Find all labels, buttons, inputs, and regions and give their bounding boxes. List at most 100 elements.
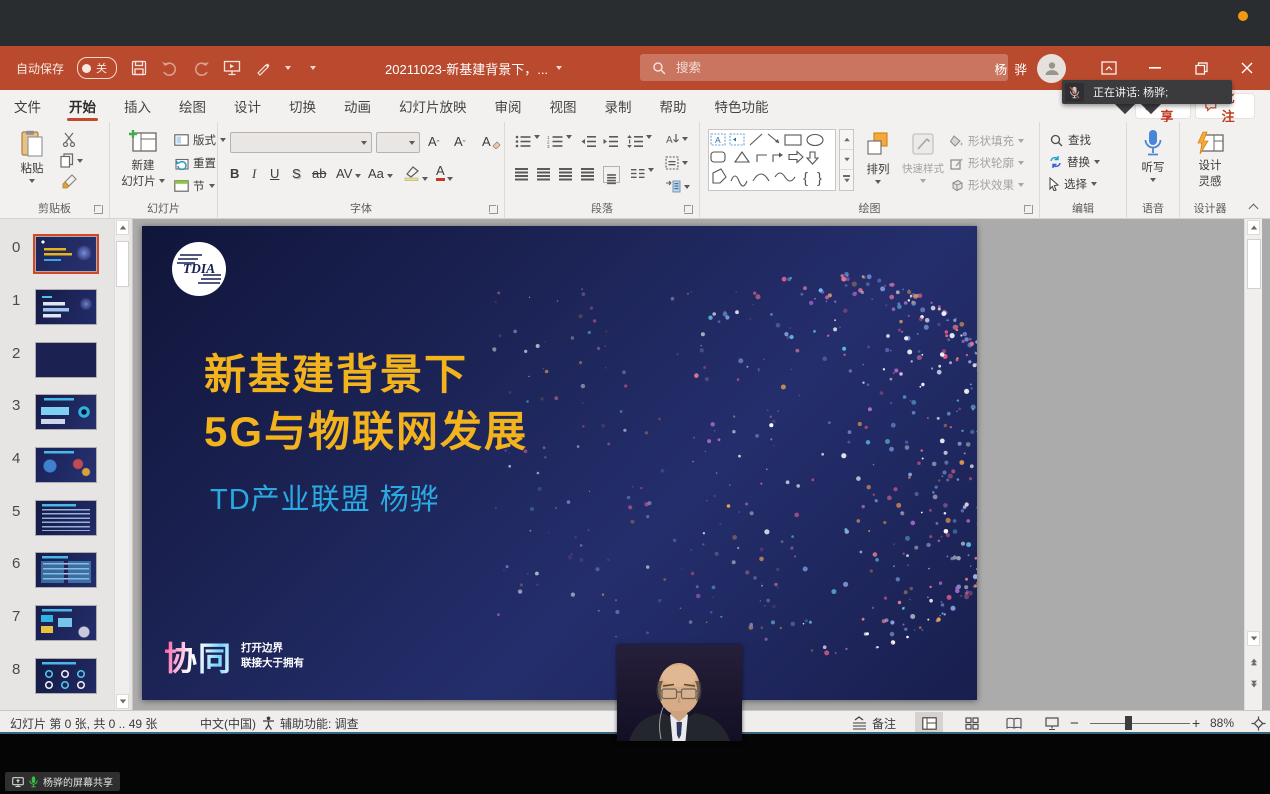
character-spacing-button[interactable]: AV — [336, 166, 361, 181]
slide-thumbnail-0[interactable] — [36, 237, 96, 271]
align-right-button[interactable] — [559, 168, 572, 170]
font-color-button[interactable]: A — [436, 164, 453, 181]
scrollbar-up-button[interactable] — [1247, 220, 1260, 235]
tab-animations[interactable]: 动画 — [330, 90, 385, 122]
section-button[interactable]: 节 — [174, 178, 215, 194]
paste-button[interactable]: 粘贴 — [10, 130, 54, 183]
zoom-out-button[interactable]: − — [1070, 711, 1079, 734]
tab-draw[interactable]: 绘图 — [165, 90, 220, 122]
bold-button[interactable]: B — [230, 166, 239, 181]
redo-button[interactable] — [192, 59, 210, 77]
zoom-slider-track[interactable] — [1090, 723, 1190, 725]
previous-slide-button[interactable] — [1247, 655, 1261, 669]
slide-canvas[interactable]: TDIA 新基建背景下 5G与物联网发展 TD产业联盟 杨骅 协同 打开边界 联… — [142, 226, 977, 700]
tab-slideshow[interactable]: 幻灯片放映 — [385, 90, 481, 122]
align-left-button[interactable] — [515, 168, 528, 170]
font-name-combo[interactable] — [230, 132, 372, 153]
reset-button[interactable]: 重置 — [174, 155, 216, 171]
scrollbar-thumb[interactable] — [1247, 239, 1261, 289]
increase-indent-button[interactable] — [603, 135, 618, 148]
text-shadow-button[interactable]: S — [292, 166, 301, 181]
slide-counter[interactable]: 幻灯片 第 0 张, 共 0 .. 49 张 — [10, 711, 157, 734]
tab-file[interactable]: 文件 — [0, 90, 55, 122]
line-spacing-button[interactable] — [627, 135, 652, 148]
tab-record[interactable]: 录制 — [591, 90, 646, 122]
tab-insert[interactable]: 插入 — [110, 90, 165, 122]
paragraph-dialog-launcher[interactable] — [684, 205, 693, 214]
slide-thumbnail-7[interactable] — [36, 606, 96, 640]
cut-button[interactable] — [62, 132, 77, 147]
font-size-combo[interactable] — [376, 132, 420, 153]
shrink-font-button[interactable]: Aˇ — [454, 134, 466, 149]
language-status[interactable]: 中文(中国) — [200, 711, 256, 734]
thumbnail-scrollbar[interactable] — [114, 219, 129, 710]
arrange-button[interactable]: 排列 — [858, 131, 898, 184]
align-text-button[interactable] — [665, 156, 688, 170]
tab-view[interactable]: 视图 — [536, 90, 591, 122]
find-button[interactable]: 查找 — [1050, 132, 1091, 148]
slide-thumbnail-4[interactable] — [36, 448, 96, 482]
strikethrough-button[interactable]: ab — [312, 166, 326, 181]
design-ideas-button[interactable]: 设计 灵感 — [1188, 131, 1232, 189]
copy-button[interactable] — [60, 153, 83, 168]
highlight-color-button[interactable] — [404, 166, 428, 181]
document-title[interactable]: 20211023-新基建背景下，... — [385, 46, 562, 90]
distribute-button[interactable] — [603, 166, 620, 183]
format-painter-button[interactable] — [62, 174, 77, 189]
tab-design[interactable]: 设计 — [220, 90, 275, 122]
account-avatar[interactable] — [1037, 54, 1066, 83]
change-case-button[interactable]: Aa — [368, 166, 393, 181]
decrease-indent-button[interactable] — [581, 135, 596, 148]
tab-special-features[interactable]: 特色功能 — [701, 90, 783, 122]
thumbnail-scroll-thumb[interactable] — [116, 241, 129, 287]
bullets-button[interactable] — [515, 135, 540, 148]
drawing-dialog-launcher[interactable] — [1024, 205, 1033, 214]
slide-sorter-view-button[interactable] — [958, 712, 986, 734]
slide-thumbnail-1[interactable] — [36, 290, 96, 324]
convert-smartart-button[interactable] — [665, 180, 690, 193]
ink-dropdown-icon[interactable] — [285, 66, 291, 70]
text-direction-button[interactable]: A — [665, 132, 688, 146]
shape-effects-button[interactable]: 形状效果 — [950, 177, 1024, 193]
save-button[interactable] — [130, 59, 148, 77]
align-center-button[interactable] — [537, 168, 550, 170]
font-dialog-launcher[interactable] — [489, 205, 498, 214]
select-button[interactable]: 选择 — [1048, 176, 1097, 192]
screen-share-chip[interactable]: 杨骅的屏幕共享 — [5, 772, 120, 791]
thumbnail-scroll-up-button[interactable] — [116, 220, 129, 235]
shapes-gallery[interactable]: A — [708, 129, 836, 191]
dictate-button[interactable]: 听写 — [1133, 129, 1173, 182]
fit-to-window-button[interactable] — [1244, 712, 1270, 734]
search-bar[interactable] — [640, 54, 1008, 81]
tab-review[interactable]: 审阅 — [481, 90, 536, 122]
tab-home[interactable]: 开始 — [55, 90, 110, 122]
thumbnail-scroll-down-button[interactable] — [116, 694, 129, 709]
zoom-in-button[interactable]: + — [1192, 711, 1200, 734]
clear-formatting-button[interactable]: A — [482, 134, 501, 149]
normal-view-button[interactable] — [915, 712, 943, 734]
italic-button[interactable]: I — [252, 166, 256, 182]
underline-button[interactable]: U — [270, 166, 279, 181]
notes-button[interactable]: 备注 — [852, 711, 896, 734]
justify-button[interactable] — [581, 168, 594, 170]
slide-subtitle-textbox[interactable]: TD产业联盟 杨骅 — [210, 476, 440, 518]
slide-title-textbox[interactable]: 新基建背景下 5G与物联网发展 — [204, 346, 528, 460]
account-name[interactable]: 杨 骅 — [995, 59, 1029, 78]
start-slideshow-button[interactable] — [223, 59, 241, 77]
zoom-level[interactable]: 88% — [1210, 711, 1234, 734]
grow-font-button[interactable]: Aˆ — [428, 134, 440, 149]
document-scrollbar[interactable] — [1244, 219, 1262, 710]
slide-thumbnail-2[interactable] — [36, 343, 96, 377]
slide-thumbnail-6[interactable] — [36, 553, 96, 587]
slideshow-view-button[interactable] — [1038, 712, 1066, 734]
search-input[interactable] — [676, 61, 996, 75]
next-slide-button[interactable] — [1247, 677, 1261, 691]
undo-button[interactable] — [161, 59, 179, 77]
shape-outline-button[interactable]: 形状轮廓 — [950, 155, 1024, 171]
qat-customize-button[interactable] — [310, 66, 316, 70]
slide-thumbnail-8[interactable] — [36, 659, 96, 693]
autosave-toggle[interactable]: 关 — [77, 57, 117, 79]
replace-button[interactable]: 替换 — [1048, 154, 1100, 170]
clipboard-dialog-launcher[interactable] — [94, 205, 103, 214]
slide-thumbnail-3[interactable] — [36, 395, 96, 429]
